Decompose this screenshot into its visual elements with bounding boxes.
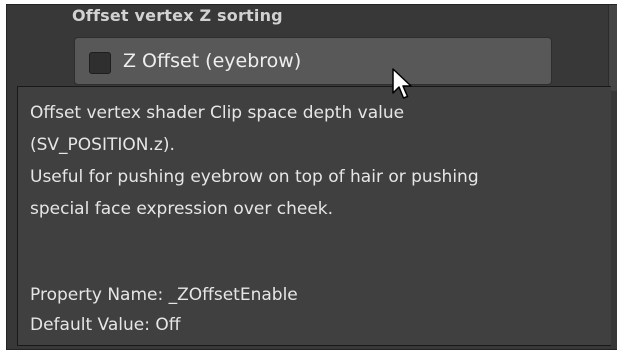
tooltip-default-value: Default Value: Off (30, 315, 181, 335)
tooltip-description-line-2: (SV_POSITION.z). (30, 135, 175, 155)
tooltip-property-name: Property Name: _ZOffsetEnable (30, 285, 298, 305)
z-offset-toggle-label: Z Offset (eyebrow) (123, 50, 302, 72)
checkbox-unchecked-icon[interactable] (89, 52, 111, 74)
tooltip-description-line-1: Offset vertex shader Clip space depth va… (30, 103, 405, 123)
inspector-scrollbar[interactable] (608, 5, 617, 91)
property-tooltip: Offset vertex shader Clip space depth va… (17, 86, 611, 346)
mouse-pointer-icon (392, 68, 412, 99)
section-header: Offset vertex Z sorting (72, 6, 283, 25)
tooltip-description-line-3: Useful for pushing eyebrow on top of hai… (30, 167, 479, 187)
tooltip-description-line-4: special face expression over cheek. (30, 199, 334, 219)
z-offset-toggle-button[interactable]: Z Offset (eyebrow) (74, 37, 552, 85)
